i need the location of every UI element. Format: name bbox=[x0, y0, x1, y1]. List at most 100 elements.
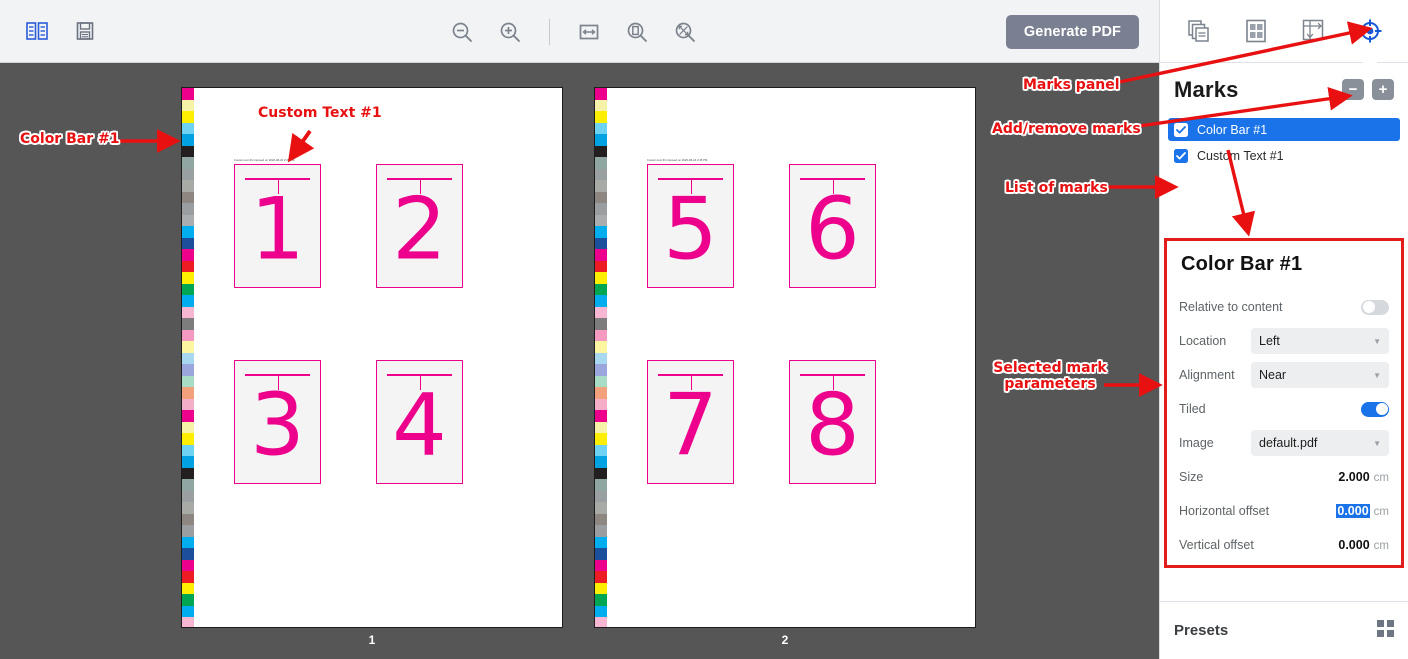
horizontal-offset-input[interactable]: 0.000 bbox=[1336, 504, 1370, 518]
annotation-marks-panel-label: Marks panel bbox=[1023, 77, 1120, 93]
imposition-cell[interactable]: 1 bbox=[234, 164, 321, 288]
sheet-page-1[interactable]: Custom text #1 imposed on 2020-08-24 2:4… bbox=[181, 87, 563, 628]
color-bar-swatch bbox=[595, 467, 607, 479]
imposition-cell[interactable]: 7 bbox=[647, 360, 734, 484]
color-bar-swatch bbox=[182, 444, 194, 456]
param-label: Tiled bbox=[1179, 402, 1206, 416]
relative-to-content-toggle[interactable] bbox=[1361, 299, 1389, 315]
sheet-wrapper-2: Custom text #1 imposed on 2020-08-24 2:4… bbox=[594, 87, 976, 647]
color-bar-swatch bbox=[182, 548, 194, 560]
color-bar-swatch bbox=[595, 502, 607, 514]
location-select[interactable]: Left ▼ bbox=[1251, 328, 1389, 354]
cell-page-label: 6 bbox=[805, 179, 860, 280]
alignment-select-value: Near bbox=[1259, 368, 1287, 382]
cell-page-label: 7 bbox=[663, 375, 718, 476]
size-unit: cm bbox=[1373, 472, 1389, 484]
color-bar-swatch bbox=[595, 375, 607, 387]
color-bar-swatch bbox=[182, 513, 194, 525]
tab-layout[interactable] bbox=[1294, 12, 1332, 50]
toggle-knob bbox=[1362, 301, 1375, 313]
color-bar-swatch bbox=[182, 191, 194, 203]
horizontal-offset-unit: cm bbox=[1373, 506, 1389, 518]
color-bar-swatch bbox=[595, 226, 607, 238]
color-bar-swatch bbox=[595, 249, 607, 261]
fit-all-icon[interactable] bbox=[670, 17, 700, 47]
color-bar-swatch bbox=[595, 168, 607, 180]
imposition-cell[interactable]: 3 bbox=[234, 360, 321, 484]
parameters-title: Color Bar #1 bbox=[1181, 253, 1303, 275]
fit-page-icon[interactable] bbox=[622, 17, 652, 47]
color-bar-swatch bbox=[595, 433, 607, 445]
annotation-selected-mark-parameters-label: Selected mark parameters bbox=[993, 360, 1107, 392]
two-page-spread-icon[interactable] bbox=[22, 16, 52, 46]
mark-list-item-custom-text[interactable]: Custom Text #1 bbox=[1168, 144, 1400, 167]
imposition-cell[interactable]: 5 bbox=[647, 164, 734, 288]
color-bar-swatch bbox=[595, 99, 607, 111]
tab-pages[interactable] bbox=[1180, 12, 1218, 50]
checkbox-icon[interactable] bbox=[1174, 148, 1188, 163]
app-root: Generate PDF Custom text #1 imposed on 2… bbox=[0, 0, 1408, 659]
color-bar-swatch bbox=[182, 249, 194, 261]
remove-mark-button[interactable]: − bbox=[1342, 79, 1364, 100]
alignment-select[interactable]: Near ▼ bbox=[1251, 362, 1389, 388]
color-bar-swatch bbox=[182, 99, 194, 111]
cell-page-label: 2 bbox=[392, 179, 447, 280]
presets-bar[interactable]: Presets bbox=[1160, 601, 1408, 659]
param-row-location: Location Left ▼ bbox=[1179, 324, 1389, 358]
tiled-toggle[interactable] bbox=[1361, 401, 1389, 417]
fit-width-icon[interactable] bbox=[574, 17, 604, 47]
tab-marks[interactable] bbox=[1351, 12, 1389, 50]
image-select-value: default.pdf bbox=[1259, 436, 1318, 450]
color-bar-swatch bbox=[595, 456, 607, 468]
top-toolbar: Generate PDF bbox=[0, 0, 1159, 63]
size-input[interactable]: 2.000 bbox=[1338, 470, 1369, 484]
color-bar-swatch bbox=[182, 352, 194, 364]
add-mark-button[interactable]: + bbox=[1372, 79, 1394, 100]
color-bar-swatch bbox=[182, 134, 194, 146]
color-bar-mark-1 bbox=[182, 88, 194, 627]
checkbox-icon[interactable] bbox=[1174, 122, 1188, 137]
color-bar-swatch bbox=[595, 122, 607, 134]
color-bar-swatch bbox=[595, 444, 607, 456]
vertical-offset-input[interactable]: 0.000 bbox=[1338, 538, 1369, 552]
color-bar-swatch bbox=[182, 398, 194, 410]
imposition-cell[interactable]: 8 bbox=[789, 360, 876, 484]
mark-list-item-color-bar[interactable]: Color Bar #1 bbox=[1168, 118, 1400, 141]
color-bar-swatch bbox=[182, 88, 194, 100]
imposition-cell[interactable]: 4 bbox=[376, 360, 463, 484]
color-bar-swatch bbox=[182, 157, 194, 169]
location-select-value: Left bbox=[1259, 334, 1280, 348]
zoom-out-icon[interactable] bbox=[447, 17, 477, 47]
color-bar-swatch bbox=[182, 272, 194, 284]
marks-panel-title: Marks bbox=[1174, 76, 1239, 102]
grid-icon[interactable] bbox=[1377, 619, 1394, 642]
color-bar-swatch bbox=[595, 203, 607, 215]
horizontal-offset-value-group: 0.000 cm bbox=[1336, 504, 1389, 518]
imposition-cell[interactable]: 2 bbox=[376, 164, 463, 288]
generate-pdf-button[interactable]: Generate PDF bbox=[1005, 14, 1139, 49]
image-select[interactable]: default.pdf ▼ bbox=[1251, 430, 1389, 456]
sheet-page-2[interactable]: Custom text #1 imposed on 2020-08-24 2:4… bbox=[594, 87, 976, 628]
zoom-in-icon[interactable] bbox=[495, 17, 525, 47]
param-row-relative-to-content: Relative to content bbox=[1179, 290, 1389, 324]
mark-list-item-label: Custom Text #1 bbox=[1197, 148, 1284, 163]
cell-page-label: 5 bbox=[663, 179, 718, 280]
color-bar-swatch bbox=[595, 490, 607, 502]
annotation-list-of-marks-label: List of marks bbox=[1005, 180, 1108, 196]
imposition-cell[interactable]: 6 bbox=[789, 164, 876, 288]
color-bar-swatch bbox=[182, 295, 194, 307]
color-bar-swatch bbox=[182, 617, 194, 627]
annotation-color-bar-label: Color Bar #1 bbox=[20, 131, 120, 147]
tab-imposition[interactable] bbox=[1237, 12, 1275, 50]
color-bar-swatch bbox=[595, 594, 607, 606]
color-bar-swatch bbox=[595, 295, 607, 307]
save-icon[interactable] bbox=[70, 16, 100, 46]
color-bar-swatch bbox=[595, 525, 607, 537]
param-label: Relative to content bbox=[1179, 300, 1283, 314]
color-bar-swatch bbox=[182, 421, 194, 433]
color-bar-swatch bbox=[595, 237, 607, 249]
color-bar-swatch bbox=[595, 352, 607, 364]
color-bar-swatch bbox=[182, 145, 194, 157]
mark-list-item-label: Color Bar #1 bbox=[1197, 122, 1268, 137]
toolbar-left-group bbox=[22, 16, 100, 46]
